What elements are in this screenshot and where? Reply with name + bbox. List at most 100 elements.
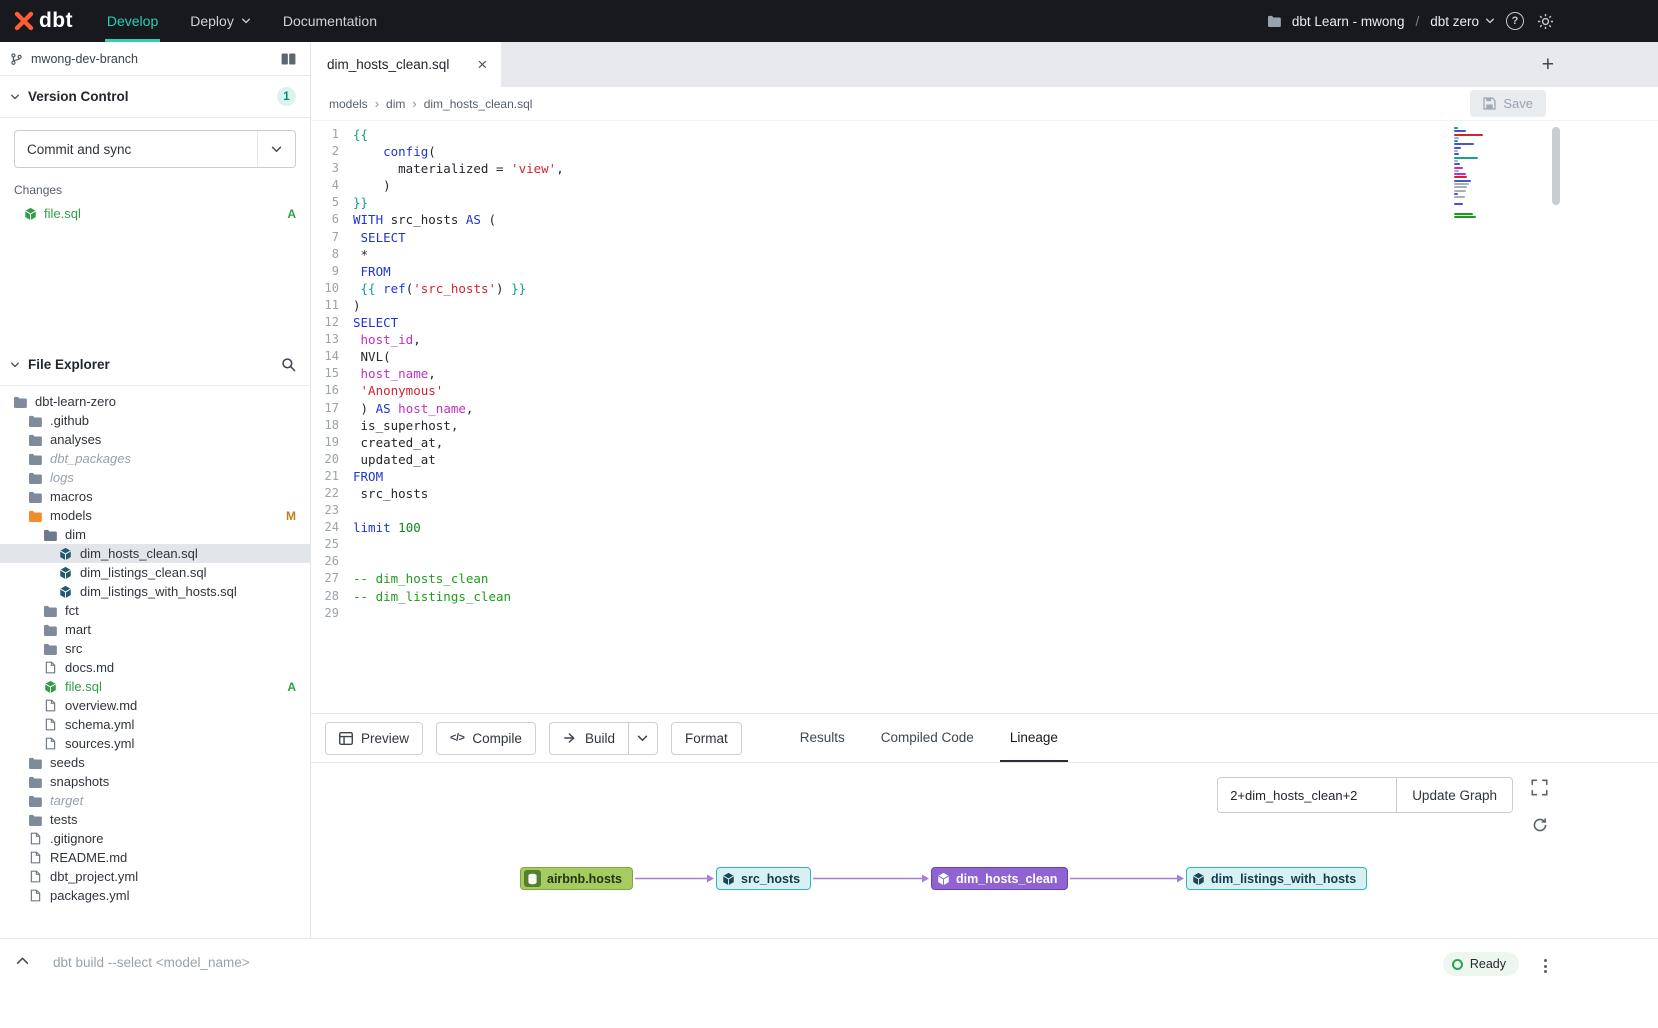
chevron-down-icon bbox=[10, 362, 20, 368]
reset-view-icon[interactable] bbox=[1532, 817, 1548, 833]
dbt-logo-icon bbox=[12, 9, 36, 33]
lineage-node-dim_listings_with_hosts[interactable]: dim_listings_with_hosts bbox=[1186, 867, 1367, 890]
file-tree-item-logs[interactable]: logs bbox=[0, 468, 310, 487]
file-icon bbox=[27, 851, 43, 864]
file-tree-item-models[interactable]: modelsM bbox=[0, 506, 310, 525]
file-tree-item-macros[interactable]: macros bbox=[0, 487, 310, 506]
environment-name: dbt zero bbox=[1430, 14, 1479, 29]
code-line-20: 20 updated_at bbox=[311, 451, 1658, 468]
chevron-down-icon bbox=[241, 18, 251, 24]
file-tree-item-packages.yml[interactable]: packages.yml bbox=[0, 886, 310, 905]
git-status-badge: A bbox=[287, 207, 296, 221]
format-label: Format bbox=[685, 731, 728, 746]
code-line-24: 24limit 100 bbox=[311, 519, 1658, 536]
build-button[interactable]: Build bbox=[549, 722, 628, 755]
command-bar: dbt build --select <model_name> Ready bbox=[0, 938, 1658, 1028]
format-button[interactable]: Format bbox=[671, 722, 742, 755]
preview-button[interactable]: Preview bbox=[325, 722, 423, 755]
folder-icon bbox=[27, 795, 43, 807]
file-icon bbox=[42, 718, 58, 731]
code-line-18: 18 is_superhost, bbox=[311, 417, 1658, 434]
file-tree-item-.gitignore[interactable]: .gitignore bbox=[0, 829, 310, 848]
kebab-menu-icon[interactable] bbox=[1539, 953, 1552, 979]
save-icon bbox=[1483, 97, 1496, 110]
model-cube-icon bbox=[1192, 872, 1205, 886]
file-tree-item-overview.md[interactable]: overview.md bbox=[0, 696, 310, 715]
file-tree-item-.github[interactable]: .github bbox=[0, 411, 310, 430]
file-tree: dbt-learn-zero.githubanalysesdbt_package… bbox=[0, 386, 310, 938]
commit-and-sync-button[interactable]: Commit and sync bbox=[14, 130, 296, 168]
file-tree-item-dim_listings_clean.sql[interactable]: dim_listings_clean.sql bbox=[0, 563, 310, 582]
editor-scrollbar[interactable] bbox=[1552, 127, 1560, 205]
file-tree-item-src[interactable]: src bbox=[0, 639, 310, 658]
build-split-button: Build bbox=[549, 722, 658, 755]
lineage-selector-input[interactable] bbox=[1218, 778, 1396, 812]
file-tree-item-file.sql[interactable]: file.sqlA bbox=[0, 677, 310, 696]
lineage-node-src_hosts[interactable]: src_hosts bbox=[716, 867, 811, 890]
changed-file-file.sql[interactable]: file.sqlA bbox=[14, 203, 296, 224]
breadcrumb: models›dim›dim_hosts_clean.sql bbox=[329, 96, 532, 111]
build-options-button[interactable] bbox=[628, 722, 658, 755]
file-tree-item-fct[interactable]: fct bbox=[0, 601, 310, 620]
sidebar: mwong-dev-branch Version Control 1 Commi… bbox=[0, 42, 311, 938]
tab-lineage[interactable]: Lineage bbox=[1000, 714, 1068, 762]
account-name[interactable]: dbt Learn - mwong bbox=[1292, 14, 1405, 29]
nav-item-develop[interactable]: Develop bbox=[91, 0, 174, 42]
help-icon[interactable]: ? bbox=[1506, 12, 1524, 30]
lineage-node-airbnb.hosts[interactable]: airbnb.hosts bbox=[520, 867, 633, 890]
chevron-up-icon[interactable] bbox=[16, 957, 29, 965]
environment-selector[interactable]: dbt zero bbox=[1430, 14, 1495, 29]
compile-label: Compile bbox=[472, 731, 522, 746]
code-editor[interactable]: 1{{2 config(3 materialized = 'view',4 )5… bbox=[311, 121, 1658, 713]
file-tree-item-dim_listings_with_hosts.sql[interactable]: dim_listings_with_hosts.sql bbox=[0, 582, 310, 601]
branch-row: mwong-dev-branch bbox=[0, 42, 310, 76]
nav-item-deploy[interactable]: Deploy bbox=[174, 0, 267, 42]
file-tree-item-analyses[interactable]: analyses bbox=[0, 430, 310, 449]
fullscreen-icon[interactable] bbox=[1531, 779, 1548, 796]
split-panels-icon[interactable] bbox=[281, 53, 296, 65]
branch-name[interactable]: mwong-dev-branch bbox=[31, 52, 138, 66]
compile-button[interactable]: </> Compile bbox=[436, 722, 536, 755]
search-icon[interactable] bbox=[281, 357, 296, 372]
status-label: Ready bbox=[1470, 957, 1506, 971]
minimap[interactable] bbox=[1454, 127, 1488, 223]
tab-results[interactable]: Results bbox=[790, 714, 855, 762]
tab-compiled-code[interactable]: Compiled Code bbox=[871, 714, 984, 762]
nav-item-documentation[interactable]: Documentation bbox=[267, 0, 393, 42]
file-tree-item-dim[interactable]: dim bbox=[0, 525, 310, 544]
lineage-panel: airbnb.hosts src_hosts dim_hosts_clean dim_… bbox=[311, 762, 1658, 938]
gear-icon[interactable] bbox=[1537, 13, 1554, 30]
version-control-header[interactable]: Version Control 1 bbox=[0, 76, 310, 118]
new-tab-button[interactable]: + bbox=[1534, 53, 1562, 77]
file-tree-item-seeds[interactable]: seeds bbox=[0, 753, 310, 772]
branch-icon bbox=[10, 52, 23, 66]
update-graph-button[interactable]: Update Graph bbox=[1396, 778, 1512, 812]
file-tree-item-mart[interactable]: mart bbox=[0, 620, 310, 639]
nav-menu: DevelopDeployDocumentation bbox=[91, 0, 393, 42]
file-tree-item-schema.yml[interactable]: schema.yml bbox=[0, 715, 310, 734]
save-button[interactable]: Save bbox=[1470, 90, 1546, 117]
file-tree-item-tests[interactable]: tests bbox=[0, 810, 310, 829]
lineage-node-dim_hosts_clean[interactable]: dim_hosts_clean bbox=[931, 867, 1068, 890]
dbt-logo[interactable]: dbt bbox=[0, 0, 91, 42]
close-icon[interactable]: × bbox=[477, 56, 487, 73]
code-line-22: 22 src_hosts bbox=[311, 485, 1658, 502]
file-explorer-header[interactable]: File Explorer bbox=[0, 344, 310, 386]
file-tree-item-dbt_packages[interactable]: dbt_packages bbox=[0, 449, 310, 468]
file-tree-item-dim_hosts_clean.sql[interactable]: dim_hosts_clean.sql bbox=[0, 544, 310, 563]
command-input[interactable]: dbt build --select <model_name> bbox=[53, 955, 250, 970]
file-tree-item-target[interactable]: target bbox=[0, 791, 310, 810]
file-tree-item-snapshots[interactable]: snapshots bbox=[0, 772, 310, 791]
ready-indicator-icon bbox=[1452, 959, 1463, 970]
file-tree-item-docs.md[interactable]: docs.md bbox=[0, 658, 310, 677]
dbt-logo-text: dbt bbox=[39, 9, 73, 33]
file-tree-item-sources.yml[interactable]: sources.yml bbox=[0, 734, 310, 753]
model-cube-icon bbox=[722, 872, 735, 886]
code-line-21: 21FROM bbox=[311, 468, 1658, 485]
file-tree-item-dbt_project.yml[interactable]: dbt_project.yml bbox=[0, 867, 310, 886]
editor-tab[interactable]: dim_hosts_clean.sql × bbox=[311, 42, 501, 87]
commit-options-chevron-icon[interactable] bbox=[257, 131, 295, 167]
file-tree-item-dbt-learn-zero[interactable]: dbt-learn-zero bbox=[0, 392, 310, 411]
project-folder-icon bbox=[1267, 15, 1281, 27]
file-tree-item-README.md[interactable]: README.md bbox=[0, 848, 310, 867]
